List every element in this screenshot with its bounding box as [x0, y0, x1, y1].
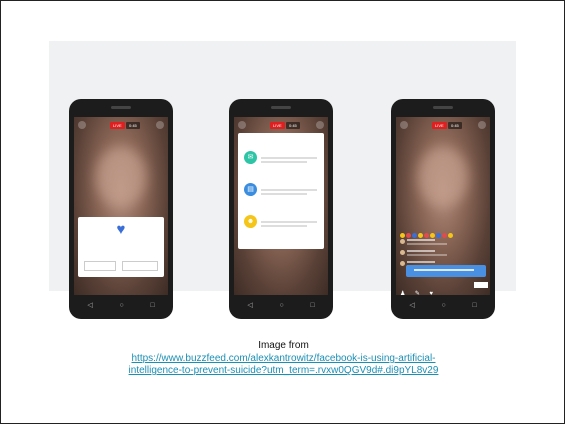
card-text [84, 243, 158, 247]
see-options-button[interactable] [122, 261, 158, 271]
slide: LIVE 0:45 ♥ ◁ ○ □ LIVE 0:45 ✉ ▤ ☻ ◁ ○ □ … [0, 0, 565, 424]
reaction-icon [448, 233, 453, 238]
reaction-icon [406, 233, 411, 238]
book-icon: ▤ [244, 183, 257, 196]
comment-icon[interactable]: ✎ [415, 291, 420, 295]
phone-speaker [111, 106, 131, 109]
home-icon[interactable]: ○ [119, 302, 123, 309]
edit-icon[interactable] [400, 121, 408, 129]
android-navbar: ◁ ○ □ [74, 298, 168, 312]
caption-label: Image from [258, 340, 309, 351]
edit-icon[interactable] [78, 121, 86, 129]
back-icon[interactable]: ◁ [87, 302, 92, 309]
comment [400, 239, 460, 247]
option-contact-helpline[interactable]: ✉ [244, 149, 320, 173]
source-link-line-2[interactable]: intelligence-to-prevent-suicide?utm_term… [129, 365, 439, 376]
recents-icon[interactable]: □ [310, 302, 314, 309]
image-panel: LIVE 0:45 ♥ ◁ ○ □ LIVE 0:45 ✉ ▤ ☻ ◁ ○ □ … [49, 41, 516, 319]
comment-line [407, 243, 447, 245]
live-timer: 0:45 [286, 122, 300, 129]
back-icon[interactable]: ◁ [409, 302, 414, 309]
android-navbar: ◁ ○ □ [234, 298, 328, 312]
phone-screen: LIVE 0:45 ✉ ▤ ☻ [234, 117, 328, 295]
phone-speaker [433, 106, 453, 109]
recents-icon[interactable]: □ [472, 302, 476, 309]
banner-text-line [414, 269, 474, 271]
comment-line [407, 254, 447, 256]
reaction-icon [424, 233, 429, 238]
home-icon[interactable]: ○ [441, 302, 445, 309]
support-banner[interactable] [406, 265, 486, 277]
reaction-icon [412, 233, 417, 238]
option-see-tips[interactable]: ▤ [244, 181, 320, 205]
reaction-stream [400, 225, 490, 238]
rotate-icon[interactable] [156, 121, 164, 129]
back-icon[interactable]: ◁ [247, 302, 252, 309]
phone-speaker [271, 106, 291, 109]
phone-screen: LIVE 0:45 ♥ [74, 117, 168, 295]
blurred-face [418, 147, 468, 207]
comment-line [407, 239, 435, 241]
phone-2: LIVE 0:45 ✉ ▤ ☻ ◁ ○ □ [229, 99, 333, 319]
support-card: ♥ [78, 217, 164, 277]
not-now-button[interactable] [84, 261, 116, 271]
reaction-icon [442, 233, 447, 238]
reaction-icon [418, 233, 423, 238]
source-link[interactable]: https://www.buzzfeed.com/alexkantrowitz/… [1, 353, 565, 377]
live-timer: 0:45 [448, 122, 462, 129]
option-text-line [261, 225, 307, 227]
comment [400, 250, 460, 258]
people-icon: ☻ [244, 215, 257, 228]
live-badge: LIVE [110, 122, 125, 129]
live-badge: LIVE [270, 122, 285, 129]
rotate-icon[interactable] [316, 121, 324, 129]
phone-1: LIVE 0:45 ♥ ◁ ○ □ [69, 99, 173, 319]
avatar [400, 261, 405, 266]
live-timer: 0:45 [126, 122, 140, 129]
option-text-line [261, 189, 317, 191]
heart-icon[interactable]: ♥ [429, 291, 433, 295]
comment-line [407, 250, 435, 252]
option-text-line [261, 193, 307, 195]
phone-3: LIVE 0:45 ♟ ✎ ♥ ◁ ○ □ [391, 99, 495, 319]
options-sheet: ✉ ▤ ☻ [238, 133, 324, 249]
comment-line [407, 261, 435, 263]
rotate-icon[interactable] [478, 121, 486, 129]
chat-icon: ✉ [244, 151, 257, 164]
option-text-line [261, 157, 317, 159]
avatar [400, 250, 405, 255]
option-text-line [261, 161, 307, 163]
reaction-icon [430, 233, 435, 238]
reaction-icon [436, 233, 441, 238]
add-user-icon[interactable]: ♟ [400, 291, 405, 295]
share-button[interactable] [474, 282, 488, 288]
home-icon[interactable]: ○ [279, 302, 283, 309]
option-talk-friend[interactable]: ☻ [244, 213, 320, 237]
option-text-line [261, 221, 317, 223]
blurred-face [96, 147, 146, 207]
android-navbar: ◁ ○ □ [396, 298, 490, 312]
reaction-icon [400, 233, 405, 238]
edit-icon[interactable] [238, 121, 246, 129]
avatar [400, 239, 405, 244]
live-controls: ♟ ✎ ♥ [400, 282, 488, 295]
source-link-line-1[interactable]: https://www.buzzfeed.com/alexkantrowitz/… [131, 353, 435, 364]
phone-screen: LIVE 0:45 ♟ ✎ ♥ [396, 117, 490, 295]
recents-icon[interactable]: □ [150, 302, 154, 309]
heart-question-icon: ♥ [116, 221, 126, 238]
live-badge: LIVE [432, 122, 447, 129]
